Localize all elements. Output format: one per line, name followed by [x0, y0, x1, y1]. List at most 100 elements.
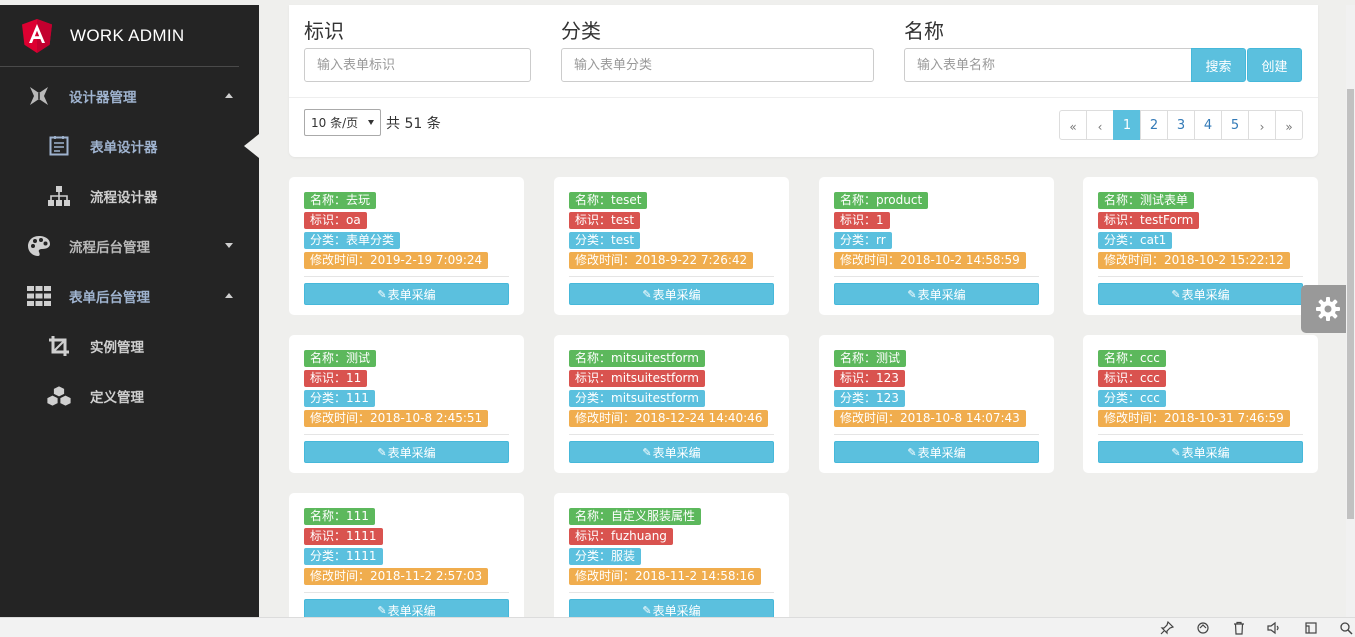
form-card: 名称：teset 标识：test 分类：test 修改时间：2018-9-22 … — [554, 177, 789, 315]
page-button[interactable]: 1 — [1113, 110, 1141, 140]
sidebar-item-flow-designer[interactable]: 流程设计器 — [0, 171, 259, 221]
search-icon[interactable] — [1339, 621, 1353, 635]
sidebar-item-label: 表单后台管理 — [69, 290, 150, 306]
edit-form-label: 表单采编 — [917, 445, 966, 460]
modified-time-badge: 修改时间：2018-11-2 2:57:03 — [304, 568, 489, 585]
edit-form-button[interactable]: ✎ 表单采编 — [834, 283, 1039, 305]
id-badge: 标识：1 — [834, 212, 890, 229]
modified-time-badge: 修改时间：2018-10-2 15:22:12 — [1098, 252, 1290, 269]
brand[interactable]: WORK ADMIN — [0, 5, 239, 67]
volume-icon[interactable] — [1267, 621, 1281, 635]
brand-title: WORK ADMIN — [70, 25, 185, 45]
edit-form-label: 表单采编 — [1181, 287, 1230, 302]
dropdown-arrow-icon — [368, 120, 374, 125]
pencil-icon: ✎ — [907, 445, 917, 459]
category-badge: 分类：ccc — [1098, 390, 1166, 407]
category-badge: 分类：test — [569, 232, 641, 249]
create-button[interactable]: 创建 — [1247, 48, 1302, 82]
pagination: « ‹ 1 2 3 4 5 › » — [1059, 110, 1303, 140]
sidebar-item-flow-backend[interactable]: 流程后台管理 — [0, 221, 259, 271]
pencil-icon: ✎ — [377, 445, 387, 459]
caret-up-icon — [225, 93, 233, 98]
name-badge: 名称：111 — [304, 508, 375, 525]
id-badge: 标识：testForm — [1098, 212, 1200, 229]
scrollbar-thumb[interactable] — [1347, 89, 1354, 519]
name-badge: 名称：测试表单 — [1098, 192, 1195, 209]
category-badge: 分类：表单分类 — [304, 232, 401, 249]
pin-icon[interactable] — [1160, 621, 1174, 635]
page-button[interactable]: 5 — [1221, 110, 1249, 140]
sidebar-item-form-backend[interactable]: 表单后台管理 — [0, 271, 259, 321]
id-badge: 标识：1111 — [304, 528, 383, 545]
caret-down-icon — [225, 243, 233, 248]
sidebar-item-form-designer[interactable]: 表单设计器 — [0, 121, 259, 171]
modified-time-badge: 修改时间：2019-2-19 7:09:24 — [304, 252, 489, 269]
search-panel: 标识 分类 名称 搜索 创建 10 条/页 共 51 条 « ‹ 1 2 3 4… — [289, 5, 1318, 157]
refresh-icon[interactable] — [1196, 621, 1210, 635]
last-page-button[interactable]: » — [1275, 110, 1303, 140]
category-badge: 分类：rr — [834, 232, 892, 249]
search-button[interactable]: 搜索 — [1191, 48, 1246, 82]
next-page-button[interactable]: › — [1248, 110, 1276, 140]
category-search-input[interactable] — [561, 48, 874, 82]
edit-form-label: 表单采编 — [1181, 445, 1230, 460]
form-card: 名称：测试 标识：11 分类：111 修改时间：2018-10-8 2:45:5… — [289, 335, 524, 473]
sidebar-item-label: 实例管理 — [90, 340, 144, 356]
name-badge: 名称：ccc — [1098, 350, 1166, 367]
edit-form-button[interactable]: ✎ 表单采编 — [1098, 283, 1303, 305]
edit-form-button[interactable]: ✎ 表单采编 — [569, 441, 774, 463]
name-badge: 名称：product — [834, 192, 929, 209]
grid-icon — [26, 284, 52, 308]
pencil-icon: ✎ — [642, 603, 652, 617]
modified-time-badge: 修改时间：2018-12-24 14:40:46 — [569, 410, 769, 427]
edit-form-label: 表单采编 — [387, 603, 436, 618]
sidebar-item-designer[interactable]: 设计器管理 — [0, 71, 259, 121]
first-page-button[interactable]: « — [1059, 110, 1087, 140]
sidebar-item-instance[interactable]: 实例管理 — [0, 321, 259, 371]
pencil-icon: ✎ — [1171, 287, 1181, 301]
name-search-input[interactable] — [904, 48, 1192, 82]
angular-logo-icon — [22, 18, 52, 53]
edit-form-button[interactable]: ✎ 表单采编 — [834, 441, 1039, 463]
id-search-input[interactable] — [304, 48, 531, 82]
total-count: 共 51 条 — [386, 116, 441, 132]
sidebar-item-label: 流程设计器 — [90, 190, 158, 206]
sidebar: WORK ADMIN 设计器管理 表单设计器 流程设计器 流程后台管理 表单后台… — [0, 5, 259, 617]
edit-form-button[interactable]: ✎ 表单采编 — [304, 441, 509, 463]
form-card: 名称：测试 标识：123 分类：123 修改时间：2018-10-8 14:07… — [819, 335, 1054, 473]
name-badge: 名称：测试 — [834, 350, 907, 367]
page-button[interactable]: 4 — [1194, 110, 1222, 140]
sidebar-item-label: 表单设计器 — [90, 140, 158, 156]
name-badge: 名称：去玩 — [304, 192, 377, 209]
id-badge: 标识：fuzhuang — [569, 528, 673, 545]
name-label: 名称 — [904, 19, 944, 43]
page-size-value: 10 条/页 — [311, 116, 359, 130]
page-size-select[interactable]: 10 条/页 — [304, 109, 381, 136]
divider — [834, 276, 1039, 277]
window-icon[interactable] — [1304, 621, 1318, 635]
edit-form-label: 表单采编 — [652, 603, 701, 618]
palette-icon — [26, 234, 52, 258]
gear-icon — [1316, 297, 1340, 321]
category-badge: 分类：1111 — [304, 548, 383, 565]
sidebar-item-label: 流程后台管理 — [69, 240, 150, 256]
page-button[interactable]: 3 — [1167, 110, 1195, 140]
form-card: 名称：去玩 标识：oa 分类：表单分类 修改时间：2019-2-19 7:09:… — [289, 177, 524, 315]
category-badge: 分类：123 — [834, 390, 905, 407]
name-badge: 名称：测试 — [304, 350, 377, 367]
sidebar-item-definition[interactable]: 定义管理 — [0, 371, 259, 421]
edit-form-button[interactable]: ✎ 表单采编 — [569, 283, 774, 305]
edit-form-label: 表单采编 — [387, 445, 436, 460]
category-label: 分类 — [561, 19, 601, 43]
caret-up-icon — [225, 293, 233, 298]
taskbar — [0, 617, 1355, 637]
prev-page-button[interactable]: ‹ — [1086, 110, 1114, 140]
page-button[interactable]: 2 — [1140, 110, 1168, 140]
edit-form-button[interactable]: ✎ 表单采编 — [304, 283, 509, 305]
scrollbar[interactable] — [1346, 5, 1355, 617]
designer-icon — [26, 84, 52, 108]
trash-icon[interactable] — [1232, 621, 1246, 635]
form-card: 名称：product 标识：1 分类：rr 修改时间：2018-10-2 14:… — [819, 177, 1054, 315]
edit-form-button[interactable]: ✎ 表单采编 — [1098, 441, 1303, 463]
pencil-icon: ✎ — [377, 603, 387, 617]
